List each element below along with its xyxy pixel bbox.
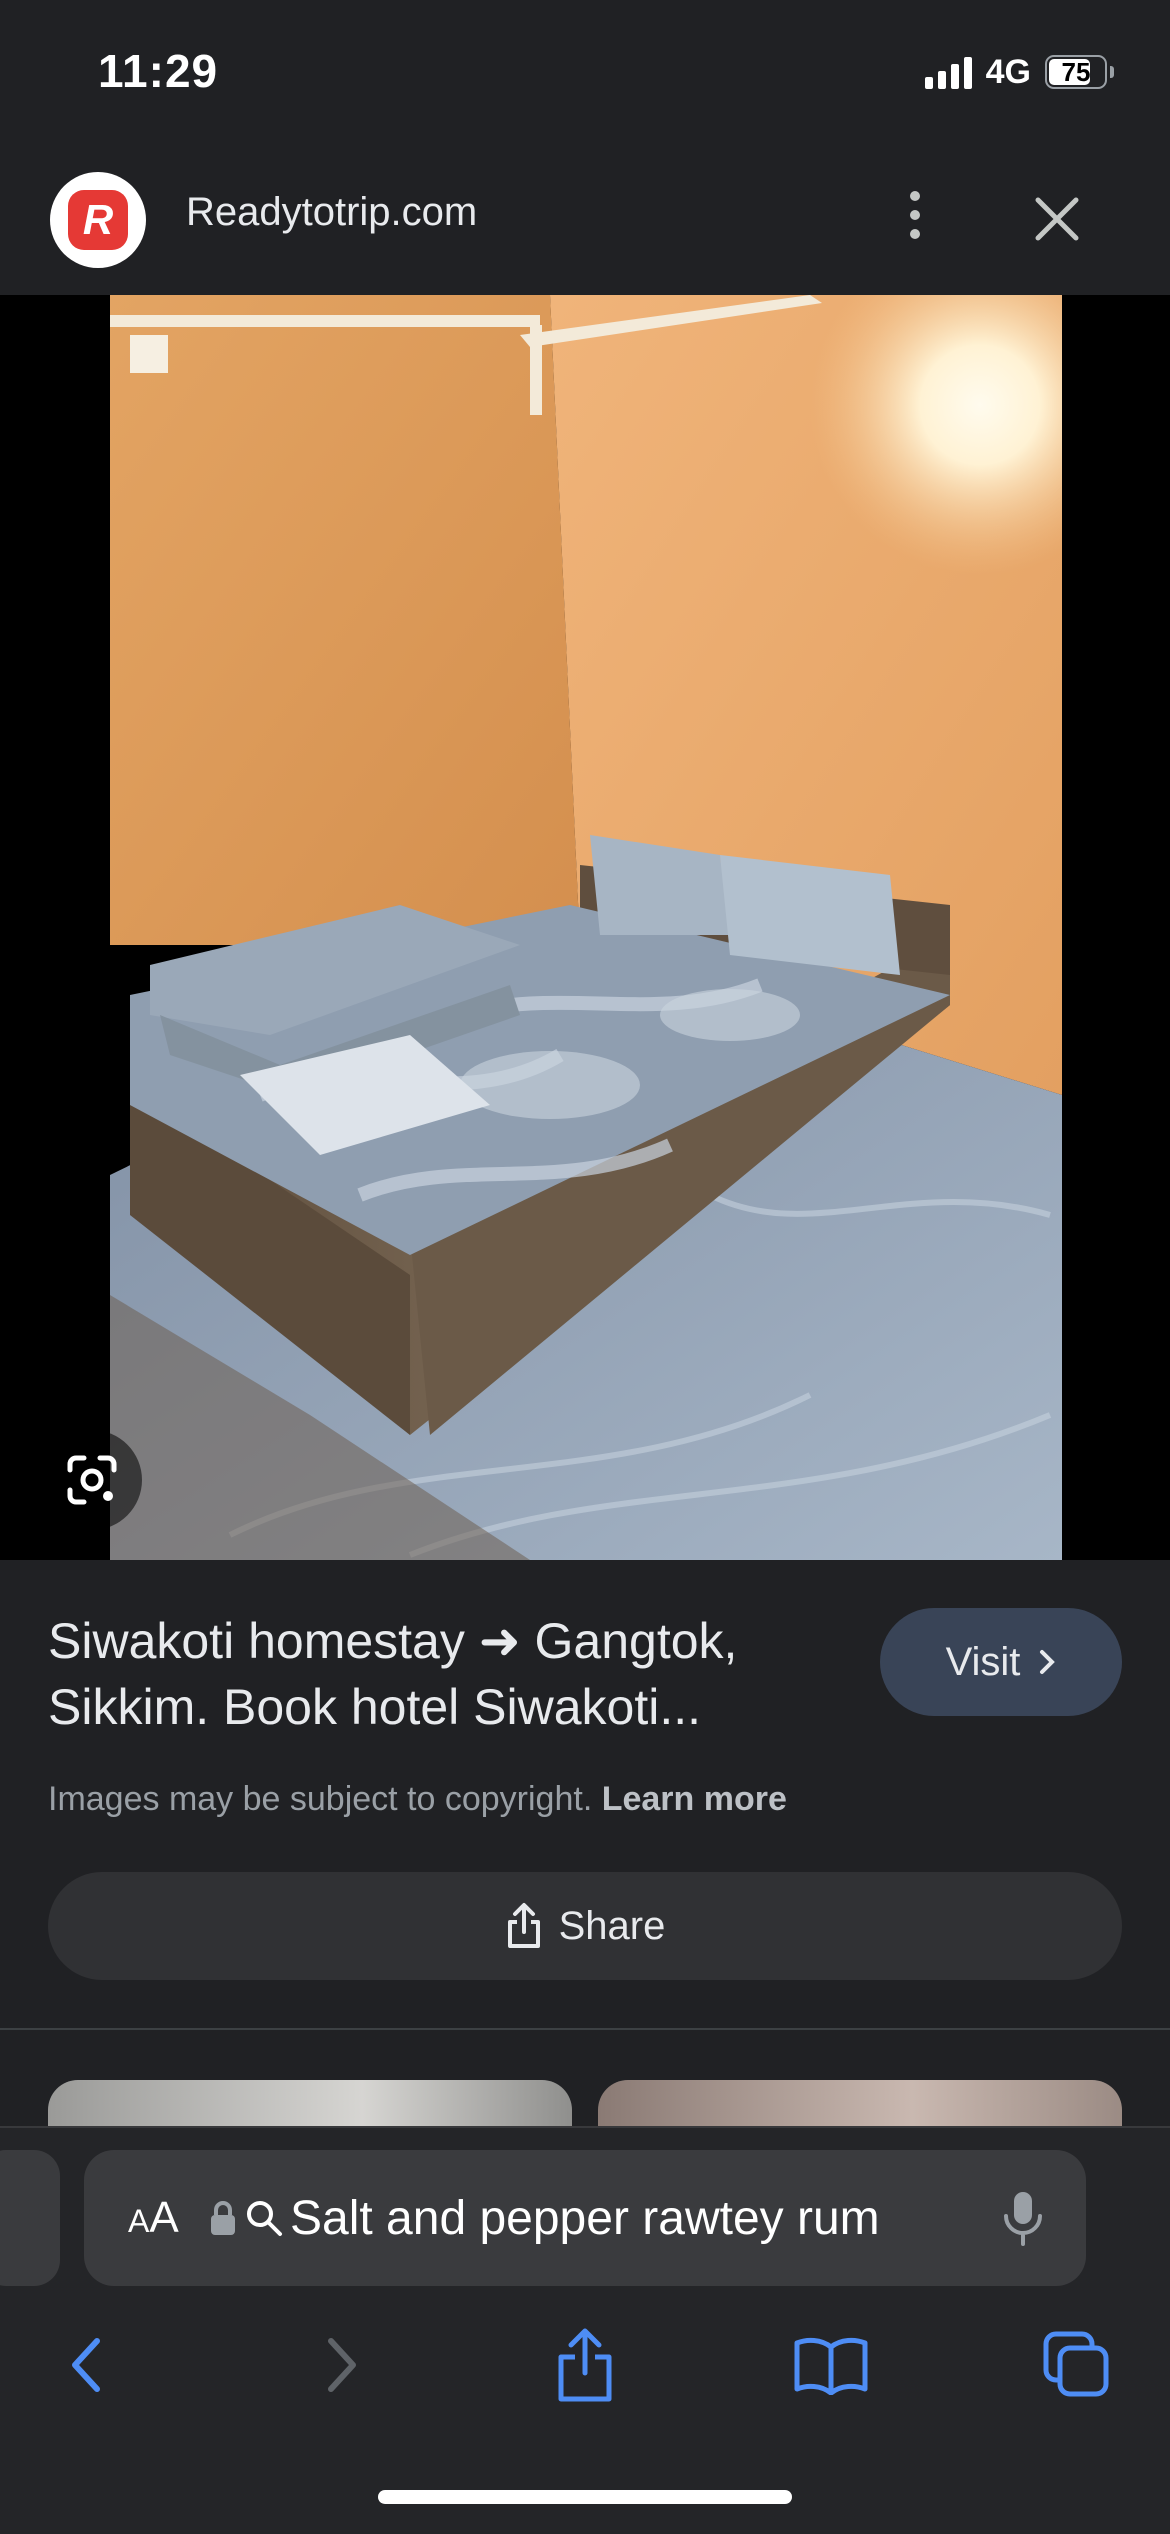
battery-level: 75 — [1061, 56, 1091, 87]
close-icon[interactable] — [1030, 192, 1084, 246]
search-icon — [247, 2201, 282, 2236]
forward-icon[interactable] — [296, 2320, 386, 2410]
back-icon[interactable] — [42, 2320, 132, 2410]
visit-label: Visit — [945, 1639, 1021, 1684]
home-indicator — [378, 2490, 792, 2504]
battery-icon: 75 — [1045, 55, 1114, 89]
divider — [0, 2028, 1170, 2030]
status-indicators: 4G 75 — [924, 52, 1114, 92]
lock-icon — [211, 2201, 235, 2235]
more-options-icon[interactable] — [890, 185, 940, 245]
address-bar[interactable]: AA Salt and pepper rawtey rum — [84, 2150, 1086, 2286]
status-time: 11:29 — [98, 45, 219, 97]
signal-icon — [924, 55, 972, 89]
room-photo[interactable] — [110, 295, 1062, 1560]
site-logo-letter: R — [68, 190, 128, 250]
learn-more-link[interactable]: Learn more — [602, 1780, 787, 1818]
aa-big-letter: A — [149, 2193, 179, 2242]
aa-small-letter: A — [128, 2203, 150, 2239]
reader-options-button[interactable]: AA — [128, 2193, 198, 2243]
visit-button[interactable]: Visit — [880, 1608, 1122, 1716]
network-label: 4G — [985, 52, 1031, 91]
search-text: Salt and pepper rawtey rum — [290, 2191, 880, 2245]
microphone-icon[interactable] — [1000, 2188, 1046, 2248]
previous-tab-preview[interactable] — [0, 2150, 60, 2286]
chevron-right-icon — [1040, 1650, 1056, 1674]
share-label: Share — [558, 1903, 666, 1948]
share-icon[interactable] — [540, 2320, 630, 2410]
result-title[interactable]: Siwakoti homestay ➜ Gangtok, Sikkim. Boo… — [48, 1608, 878, 1740]
tabs-icon[interactable] — [1032, 2320, 1122, 2410]
bookmarks-icon[interactable] — [786, 2320, 876, 2410]
site-logo[interactable]: R — [50, 172, 146, 268]
share-button[interactable]: Share — [48, 1872, 1122, 1980]
search-field[interactable]: Salt and pepper rawtey rum — [208, 2191, 898, 2246]
share-icon — [507, 1903, 540, 1948]
copyright-text: Images may be subject to copyright. — [48, 1780, 593, 1818]
copyright-notice: Images may be subject to copyright. Lear… — [48, 1780, 787, 1819]
google-lens-icon[interactable] — [42, 1430, 142, 1530]
site-name[interactable]: Readytotrip.com — [186, 190, 477, 235]
